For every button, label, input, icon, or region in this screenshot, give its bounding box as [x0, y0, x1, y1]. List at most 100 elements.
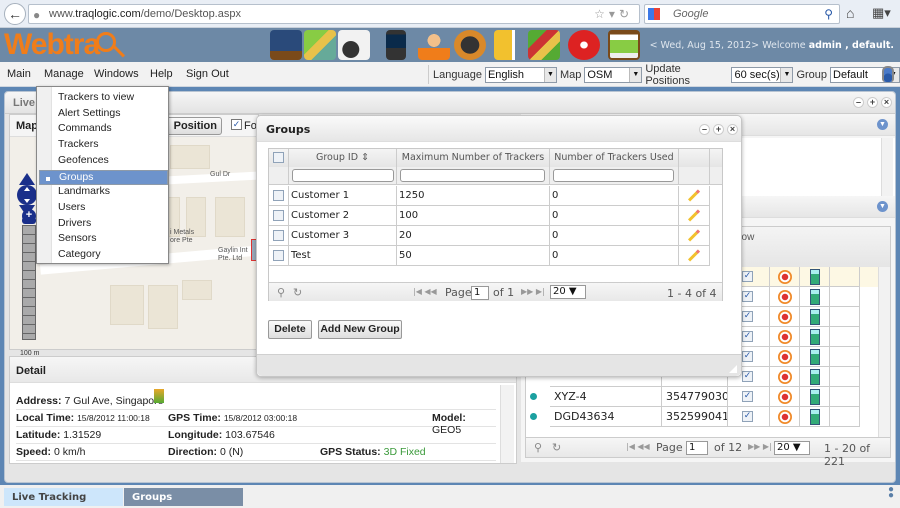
chart-report-icon[interactable]	[608, 30, 640, 60]
show-checkbox[interactable]: ✓	[742, 391, 753, 402]
show-checkbox[interactable]: ✓	[742, 271, 753, 282]
map-pin-icon[interactable]	[304, 30, 336, 60]
zoom-out-icon[interactable]	[22, 217, 36, 224]
delete-button[interactable]: Delete	[268, 320, 312, 339]
trackers-scrollbar[interactable]	[878, 267, 890, 437]
route-map-icon[interactable]	[528, 30, 560, 60]
show-checkbox[interactable]: ✓	[742, 351, 753, 362]
row-checkbox[interactable]	[273, 190, 284, 201]
menu-windows[interactable]: Windows	[94, 68, 139, 80]
flag-icon[interactable]	[494, 30, 520, 60]
presentation-board-icon[interactable]	[270, 30, 302, 60]
menu-item-commands[interactable]: Commands	[58, 122, 166, 138]
position-now-button[interactable]: Position Now	[160, 117, 222, 135]
filter-group-id-input[interactable]	[292, 169, 394, 182]
menu-item-sensors[interactable]: Sensors	[58, 232, 166, 248]
row-checkbox[interactable]	[273, 210, 284, 221]
select-all-checkbox[interactable]	[273, 152, 284, 163]
detail-scrollbar[interactable]	[500, 385, 514, 463]
first-prev-page-icon[interactable]: |◀ ◀◀	[413, 287, 437, 296]
locate-target-icon[interactable]	[778, 310, 792, 324]
locate-target-icon[interactable]	[778, 290, 792, 304]
column-header-max-trackers[interactable]: Maximum Number of Trackers	[397, 149, 550, 167]
locate-target-icon[interactable]	[778, 410, 792, 424]
search-bar[interactable]: Google ⚲	[644, 4, 840, 24]
filter-trackers-used-input[interactable]	[553, 169, 674, 182]
address-bar[interactable]: ● www.traqlogic.com/demo/Desktop.aspx ☆▾…	[28, 4, 640, 24]
menu-item-groups[interactable]: Groups	[39, 169, 168, 186]
resize-handle-icon[interactable]	[729, 365, 737, 373]
edit-pencil-icon[interactable]	[687, 209, 701, 222]
page-size-select[interactable]: 20 ▼	[774, 441, 810, 455]
street-view-icon[interactable]	[154, 389, 164, 403]
refresh-icon[interactable]: ↻	[293, 286, 302, 299]
edit-pencil-icon[interactable]	[687, 249, 701, 262]
row-checkbox[interactable]	[273, 230, 284, 241]
device-signal-icon[interactable]	[810, 369, 820, 385]
right-top-scrollbar[interactable]	[881, 138, 893, 204]
group-row[interactable]: Customer 1 1250 0	[269, 186, 710, 206]
alert-exclamation-icon[interactable]	[568, 30, 600, 60]
add-new-group-button[interactable]: Add New Group	[318, 320, 402, 339]
edit-pencil-icon[interactable]	[687, 189, 701, 202]
device-signal-icon[interactable]	[810, 289, 820, 305]
maximize-icon[interactable]: +	[867, 97, 878, 108]
taskbar-menu-icon[interactable]: ● ●	[888, 485, 894, 501]
user-person-icon[interactable]	[418, 30, 450, 60]
stopwatch-clipboard-icon[interactable]	[338, 30, 370, 60]
update-positions-select[interactable]: 60 sec(s) ▼	[731, 66, 794, 83]
column-header-group-id[interactable]: Group ID ⇕	[289, 149, 397, 167]
show-checkbox[interactable]: ✓	[742, 371, 753, 382]
dialog-titlebar[interactable]: Groups – + ×	[257, 116, 741, 142]
column-header-trackers-used[interactable]: Number of Trackers Used	[550, 149, 679, 167]
language-select[interactable]: English ▼	[484, 66, 557, 83]
mobile-device-icon[interactable]	[386, 30, 406, 60]
maximize-icon[interactable]: +	[713, 124, 724, 135]
steering-wheel-icon[interactable]	[454, 30, 486, 60]
filter-max-trackers-input[interactable]	[400, 169, 545, 182]
locate-target-icon[interactable]	[778, 390, 792, 404]
follow-checkbox[interactable]: ✓	[231, 119, 242, 130]
bookmarks-icon[interactable]: ▦▾	[872, 5, 891, 21]
close-icon[interactable]: ×	[727, 124, 738, 135]
tracker-row[interactable]: DGD436343525990412 ✓	[526, 407, 878, 427]
locate-target-icon[interactable]	[778, 370, 792, 384]
page-input[interactable]: 1	[471, 286, 489, 300]
menu-item-drivers[interactable]: Drivers	[58, 217, 166, 233]
show-checkbox[interactable]: ✓	[742, 291, 753, 302]
taskbar-tab-groups[interactable]: Groups	[124, 488, 243, 506]
home-icon[interactable]: ⌂	[846, 5, 854, 21]
device-signal-icon[interactable]	[810, 269, 820, 285]
menu-item-alert-settings[interactable]: Alert Settings	[58, 107, 166, 123]
group-row[interactable]: Customer 3 20 0	[269, 226, 710, 246]
menu-sign-out[interactable]: Sign Out	[186, 68, 229, 80]
menu-item-landmarks[interactable]: Landmarks	[58, 185, 166, 201]
show-checkbox[interactable]: ✓	[742, 311, 753, 322]
close-icon[interactable]: ×	[881, 97, 892, 108]
minimize-icon[interactable]: –	[699, 124, 710, 135]
locate-target-icon[interactable]	[778, 270, 792, 284]
menu-manage[interactable]: Manage	[44, 68, 84, 80]
group-row[interactable]: Customer 2 100 0	[269, 206, 710, 226]
show-checkbox[interactable]: ✓	[742, 331, 753, 342]
search-icon[interactable]: ⚲	[824, 7, 833, 21]
menu-main[interactable]: Main	[7, 68, 31, 80]
row-checkbox[interactable]	[273, 250, 284, 261]
menu-item-category[interactable]: Category	[58, 248, 166, 264]
device-signal-icon[interactable]	[810, 329, 820, 345]
show-checkbox[interactable]: ✓	[742, 411, 753, 422]
device-signal-icon[interactable]	[810, 409, 820, 425]
next-last-page-icon[interactable]: ▶▶ ▶|	[748, 442, 772, 451]
device-signal-icon[interactable]	[810, 389, 820, 405]
menu-help[interactable]: Help	[150, 68, 173, 80]
tracker-row[interactable]: XYZ-43547790300 ✓	[526, 387, 878, 407]
page-size-select[interactable]: 20 ▼	[550, 285, 586, 299]
edit-pencil-icon[interactable]	[687, 229, 701, 242]
page-input[interactable]: 1	[686, 441, 708, 455]
taskbar-tab-live-tracking[interactable]: Live Tracking	[4, 488, 123, 506]
zoom-slider[interactable]	[22, 225, 36, 340]
lock-icon[interactable]	[882, 66, 894, 82]
bookmark-star-icon[interactable]: ☆▾↻	[594, 7, 633, 21]
locate-target-icon[interactable]	[778, 350, 792, 364]
menu-item-trackers[interactable]: Trackers	[58, 138, 166, 154]
